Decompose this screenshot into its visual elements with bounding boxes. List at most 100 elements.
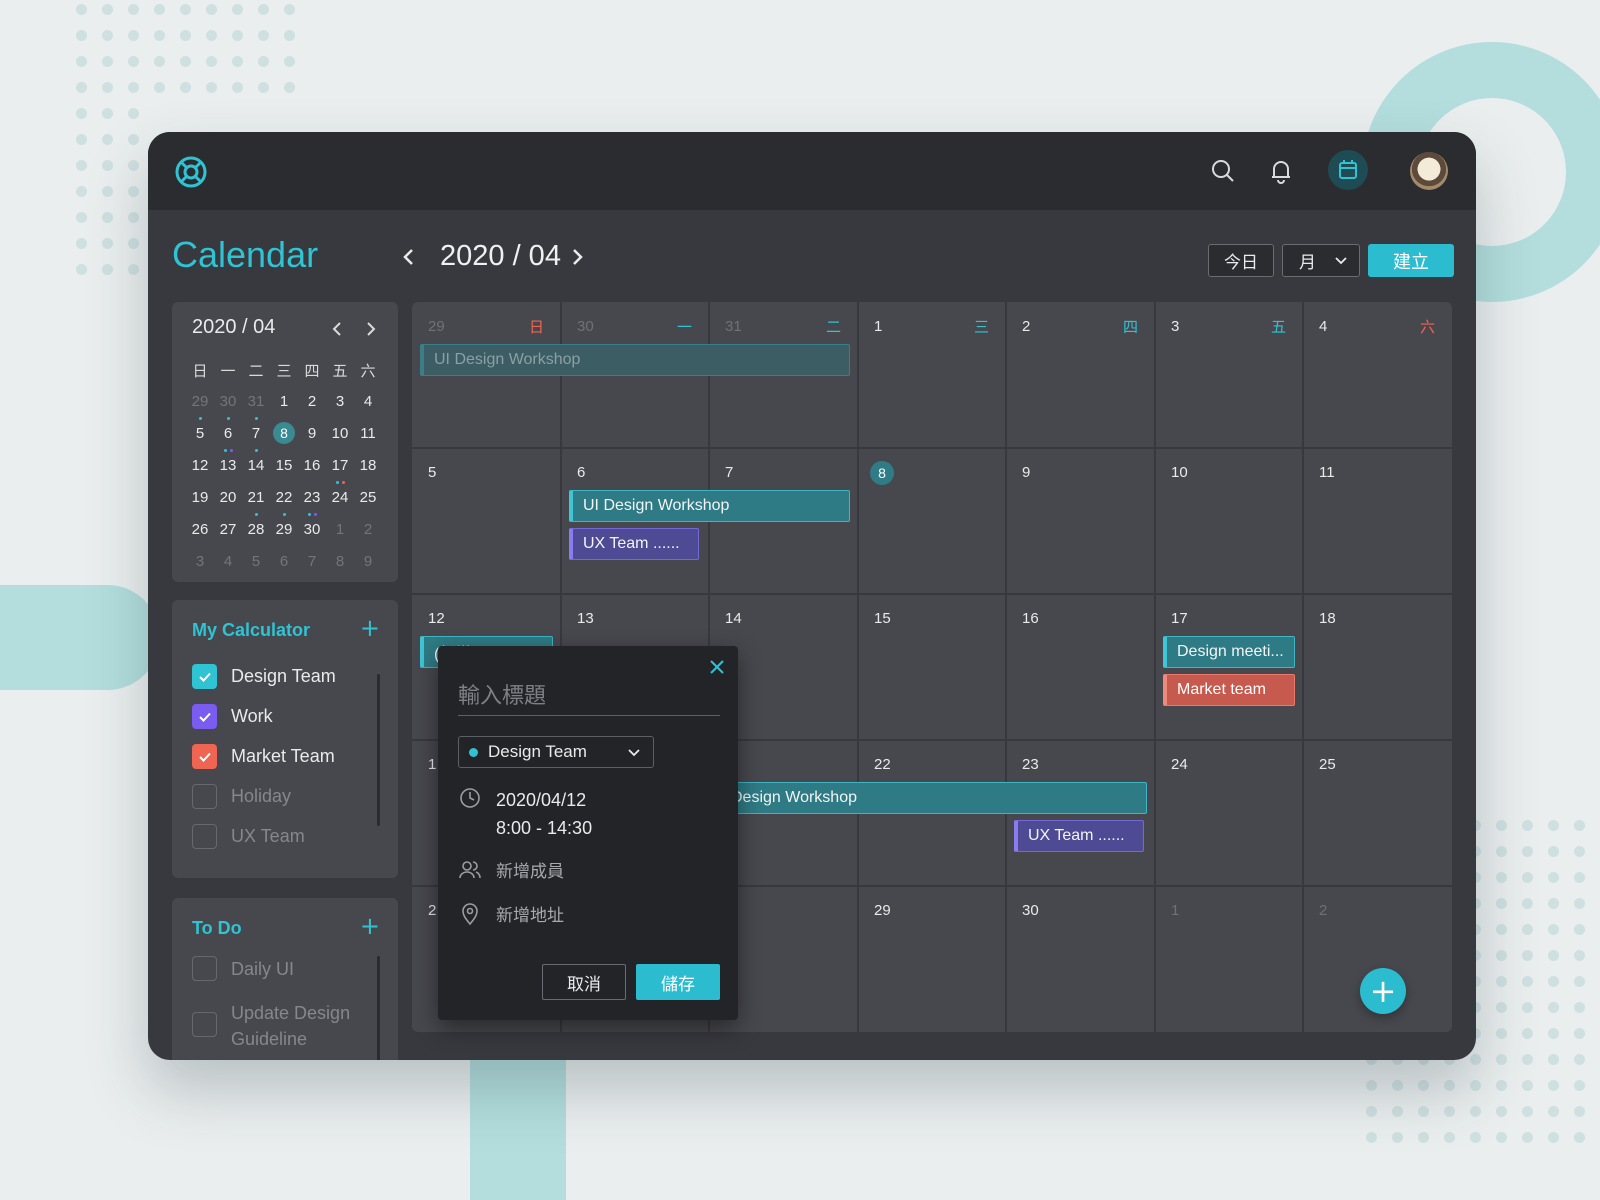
scrollbar[interactable] bbox=[377, 956, 380, 1060]
calendar-event[interactable]: Design Workshop bbox=[717, 782, 1147, 814]
today-button[interactable]: 今日 bbox=[1208, 244, 1274, 277]
mini-day[interactable]: 1 bbox=[270, 388, 298, 420]
day-cell-number[interactable]: 12 bbox=[428, 610, 445, 627]
calendar-checkbox[interactable] bbox=[192, 704, 217, 729]
calendar-event[interactable]: UX Team ...... bbox=[1014, 820, 1144, 852]
mini-day[interactable]: 16 bbox=[298, 452, 326, 484]
mini-day[interactable]: 1 bbox=[326, 516, 354, 548]
day-cell-number[interactable]: 4 bbox=[1319, 318, 1327, 335]
mini-day[interactable]: 2 bbox=[354, 516, 382, 548]
day-cell-number[interactable]: 2 bbox=[428, 902, 436, 919]
event-datetime[interactable]: 2020/04/12 8:00 - 14:30 bbox=[458, 786, 592, 842]
day-cell-number[interactable]: 17 bbox=[1171, 610, 1188, 627]
mini-day[interactable]: 22 bbox=[270, 484, 298, 516]
next-month-button[interactable] bbox=[566, 244, 588, 270]
calendar-checkbox[interactable] bbox=[192, 664, 217, 689]
calendar-item[interactable]: Holiday bbox=[192, 784, 291, 809]
close-icon[interactable] bbox=[706, 656, 728, 678]
mini-day[interactable]: 26 bbox=[186, 516, 214, 548]
day-cell-number[interactable]: 29 bbox=[874, 902, 891, 919]
search-icon[interactable] bbox=[1208, 156, 1238, 186]
calendar-item[interactable]: Market Team bbox=[192, 744, 335, 769]
mini-day[interactable]: 6 bbox=[214, 420, 242, 452]
mini-day[interactable]: 27 bbox=[214, 516, 242, 548]
mini-day[interactable]: 3 bbox=[186, 548, 214, 580]
mini-prev-button[interactable] bbox=[330, 320, 344, 338]
mini-day[interactable]: 11 bbox=[354, 420, 382, 452]
mini-day[interactable]: 12 bbox=[186, 452, 214, 484]
add-todo-button[interactable]: + bbox=[360, 914, 380, 938]
day-cell-number[interactable]: 22 bbox=[874, 756, 891, 773]
mini-day[interactable]: 4 bbox=[354, 388, 382, 420]
avatar[interactable] bbox=[1410, 152, 1448, 190]
calendar-event[interactable]: UI Design Workshop bbox=[420, 344, 850, 376]
bell-icon[interactable] bbox=[1266, 156, 1296, 186]
mini-day[interactable]: 28 bbox=[242, 516, 270, 548]
calendar-item[interactable]: UX Team bbox=[192, 824, 305, 849]
day-cell-number[interactable]: 13 bbox=[577, 610, 594, 627]
day-cell-number[interactable]: 6 bbox=[577, 464, 585, 481]
mini-day[interactable]: 2 bbox=[298, 388, 326, 420]
mini-day[interactable]: 18 bbox=[354, 452, 382, 484]
mini-day[interactable]: 24 bbox=[326, 484, 354, 516]
day-cell-number[interactable]: 1 bbox=[428, 756, 436, 773]
create-button[interactable]: 建立 bbox=[1368, 244, 1454, 277]
mini-day[interactable]: 13 bbox=[214, 452, 242, 484]
mini-day[interactable]: 3 bbox=[326, 388, 354, 420]
mini-day[interactable]: 10 bbox=[326, 420, 354, 452]
day-cell-number[interactable]: 23 bbox=[1022, 756, 1039, 773]
todo-item[interactable]: Update Design Guideline bbox=[192, 1000, 371, 1052]
scrollbar[interactable] bbox=[377, 674, 380, 826]
day-cell-number[interactable]: 2 bbox=[1022, 318, 1030, 335]
mini-day[interactable]: 17 bbox=[326, 452, 354, 484]
calendar-event[interactable]: UI Design Workshop bbox=[569, 490, 850, 522]
mini-day[interactable]: 29 bbox=[270, 516, 298, 548]
mini-day[interactable]: 29 bbox=[186, 388, 214, 420]
mini-day[interactable]: 8 bbox=[326, 548, 354, 580]
mini-next-button[interactable] bbox=[364, 320, 378, 338]
day-cell-number[interactable]: 8 bbox=[870, 461, 894, 485]
day-cell-number[interactable]: 30 bbox=[577, 318, 594, 335]
add-event-fab[interactable]: + bbox=[1360, 968, 1406, 1014]
event-title-input[interactable] bbox=[458, 678, 720, 716]
save-button[interactable]: 儲存 bbox=[636, 964, 720, 1000]
prev-month-button[interactable] bbox=[398, 244, 420, 270]
todo-checkbox[interactable] bbox=[192, 956, 217, 981]
calendar-event[interactable]: Design meeti... bbox=[1163, 636, 1295, 668]
day-cell-number[interactable]: 16 bbox=[1022, 610, 1039, 627]
calendar-checkbox[interactable] bbox=[192, 744, 217, 769]
calendar-checkbox[interactable] bbox=[192, 784, 217, 809]
day-cell-number[interactable]: 18 bbox=[1319, 610, 1336, 627]
mini-day[interactable]: 5 bbox=[242, 548, 270, 580]
day-cell-number[interactable]: 7 bbox=[725, 464, 733, 481]
mini-day[interactable]: 8 bbox=[270, 420, 298, 452]
day-cell-number[interactable]: 24 bbox=[1171, 756, 1188, 773]
calendar-select[interactable]: Design Team bbox=[458, 736, 654, 768]
day-cell-number[interactable]: 9 bbox=[1022, 464, 1030, 481]
day-cell-number[interactable]: 1 bbox=[874, 318, 882, 335]
mini-day[interactable]: 9 bbox=[354, 548, 382, 580]
mini-day[interactable]: 20 bbox=[214, 484, 242, 516]
day-cell-number[interactable]: 30 bbox=[1022, 902, 1039, 919]
todo-checkbox[interactable] bbox=[192, 1012, 217, 1037]
mini-day[interactable]: 9 bbox=[298, 420, 326, 452]
mini-day[interactable]: 30 bbox=[214, 388, 242, 420]
mini-day[interactable]: 7 bbox=[242, 420, 270, 452]
calendar-item[interactable]: Work bbox=[192, 704, 273, 729]
day-cell-number[interactable]: 2 bbox=[1319, 902, 1327, 919]
mini-day[interactable]: 4 bbox=[214, 548, 242, 580]
calendar-event[interactable]: UX Team ...... bbox=[569, 528, 699, 560]
day-cell-number[interactable]: 14 bbox=[725, 610, 742, 627]
mini-day[interactable]: 19 bbox=[186, 484, 214, 516]
day-cell-number[interactable]: 5 bbox=[428, 464, 436, 481]
add-calendar-button[interactable]: + bbox=[360, 616, 380, 640]
calendar-checkbox[interactable] bbox=[192, 824, 217, 849]
mini-day[interactable]: 30 bbox=[298, 516, 326, 548]
calendar-event[interactable]: Market team bbox=[1163, 674, 1295, 706]
day-cell-number[interactable]: 1 bbox=[1171, 902, 1179, 919]
cancel-button[interactable]: 取消 bbox=[542, 964, 626, 1000]
view-select[interactable]: 月 bbox=[1282, 244, 1360, 277]
calendar-nav-button[interactable] bbox=[1328, 150, 1368, 190]
day-cell-number[interactable]: 3 bbox=[1171, 318, 1179, 335]
mini-day[interactable]: 6 bbox=[270, 548, 298, 580]
